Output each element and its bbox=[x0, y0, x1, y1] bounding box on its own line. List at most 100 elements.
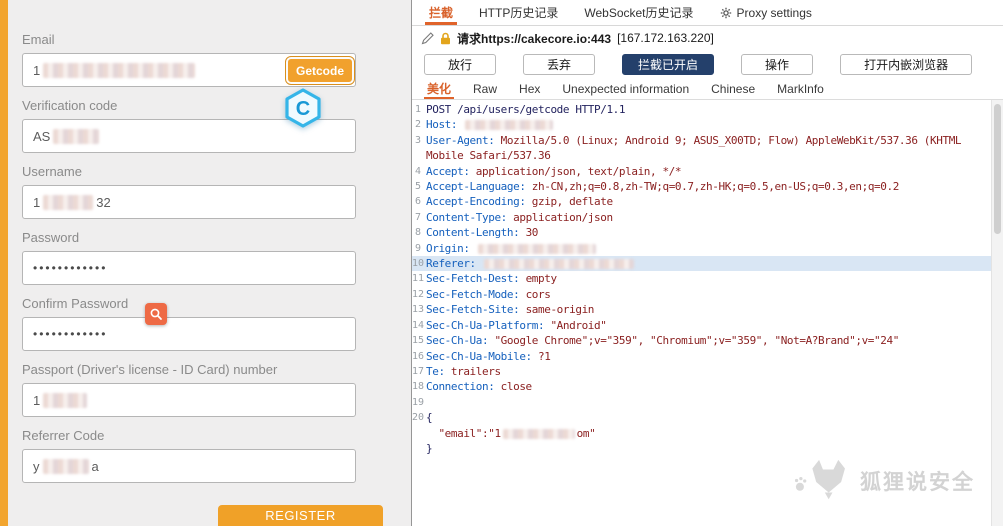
passport-number-input[interactable]: 1 bbox=[22, 383, 356, 417]
register-button[interactable]: REGISTER bbox=[218, 505, 383, 526]
token: "email":"1 bbox=[426, 426, 501, 440]
password-label: Password bbox=[22, 230, 80, 245]
token: gzip, deflate bbox=[531, 195, 613, 209]
http-line: Mobile Safari/537.36 bbox=[412, 148, 991, 163]
message-editor-wrap: 1 POST /api/users/getcode HTTP/1.1 2 Host: … bbox=[412, 100, 1003, 526]
token: empty bbox=[525, 272, 558, 286]
open-embedded-browser-button[interactable]: 打开内嵌浏览器 bbox=[840, 53, 973, 75]
line-number: 12 bbox=[412, 288, 425, 300]
line-number: 15 bbox=[412, 335, 425, 347]
token: Content-Length: bbox=[426, 226, 526, 240]
logo-letter: C bbox=[296, 98, 310, 120]
tab-intercept[interactable]: 拦截 bbox=[416, 0, 466, 25]
token: POST /api/users/getcode HTTP/1.1 bbox=[426, 103, 626, 116]
token: close bbox=[500, 380, 533, 394]
screenshot-magnifier-icon[interactable] bbox=[145, 303, 167, 325]
token: Sec-Fetch-Dest: bbox=[426, 272, 526, 286]
line-content: Mobile Safari/537.36 bbox=[426, 148, 551, 163]
edit-pencil-icon[interactable] bbox=[421, 31, 434, 45]
intercept-toggle-button[interactable]: 拦截已开启 bbox=[622, 53, 715, 75]
line-number: 2 bbox=[414, 119, 421, 131]
token: om" bbox=[576, 426, 596, 440]
http-line: 13 Sec-Fetch-Site: same-origin bbox=[412, 302, 991, 317]
proxy-top-tabs: 拦截 HTTP历史记录 WebSocket历史记录 Proxy settings bbox=[412, 0, 1003, 26]
token: Sec-Fetch-Site: bbox=[426, 303, 526, 317]
redacted-text bbox=[43, 194, 94, 210]
proxy-panel: 拦截 HTTP历史记录 WebSocket历史记录 Proxy settings 请求… bbox=[412, 0, 1003, 526]
getcode-button[interactable]: Getcode bbox=[284, 56, 356, 85]
field-value: a bbox=[91, 458, 99, 474]
view-tab-unexpected-information[interactable]: Unexpected information bbox=[551, 78, 700, 99]
forward-button[interactable]: 放行 bbox=[424, 53, 497, 75]
redacted-text bbox=[502, 428, 575, 439]
view-tab-hex[interactable]: Hex bbox=[508, 78, 551, 99]
view-tab-raw[interactable]: Raw bbox=[462, 78, 508, 99]
view-tab-chinese[interactable]: Chinese bbox=[700, 78, 766, 99]
http-line: 18 Connection: close bbox=[412, 379, 991, 394]
line-number: 4 bbox=[414, 165, 421, 177]
password-input[interactable]: •••••••••••• bbox=[22, 251, 356, 285]
cakecore-logo-icon: C bbox=[283, 88, 323, 128]
token: trailers bbox=[450, 364, 501, 378]
line-number bbox=[412, 426, 426, 441]
line-number: 9 bbox=[414, 242, 421, 254]
line-content: } bbox=[426, 441, 433, 456]
username-input[interactable]: 1 32 bbox=[22, 185, 356, 219]
tab-websocket-history[interactable]: WebSocket历史记录 bbox=[571, 0, 706, 25]
view-tab-pretty[interactable]: 美化 bbox=[416, 78, 462, 99]
field-value: y bbox=[33, 458, 40, 474]
redacted-text bbox=[42, 458, 89, 474]
line-content: Accept-Language: zh-CN,zh;q=0.8,zh-TW;q=… bbox=[426, 179, 899, 194]
drop-button[interactable]: 丢弃 bbox=[523, 53, 596, 75]
registration-panel: Email 1 Getcode Verification code AS Username… bbox=[0, 0, 412, 526]
screen: Email 1 Getcode Verification code AS Username… bbox=[0, 0, 1003, 526]
http-line: 9 Origin: bbox=[412, 241, 991, 256]
token: ?1 bbox=[538, 349, 551, 363]
referrer-code-input[interactable]: ya bbox=[22, 449, 356, 483]
token: application/json bbox=[513, 210, 613, 224]
http-line: 12 Sec-Fetch-Mode: cors bbox=[412, 287, 991, 302]
line-number: 20 bbox=[412, 412, 425, 424]
line-number: 18 bbox=[412, 381, 425, 393]
line-content: User-Agent: Mozilla/5.0 (Linux; Android … bbox=[426, 133, 962, 148]
line-number bbox=[412, 441, 426, 456]
token: } bbox=[426, 441, 433, 455]
http-line: 3 User-Agent: Mozilla/5.0 (Linux; Android… bbox=[412, 133, 991, 148]
http-line: 15 Sec-Ch-Ua: "Google Chrome";v="359", "C… bbox=[412, 333, 991, 348]
tab-proxy-settings[interactable]: Proxy settings bbox=[707, 0, 825, 25]
confirm-password-label: Confirm Password bbox=[22, 296, 129, 311]
email-field: Email 1 Getcode bbox=[22, 32, 356, 87]
line-number: 19 bbox=[412, 396, 425, 408]
token: Content-Type: bbox=[426, 210, 514, 224]
redacted-text bbox=[465, 120, 554, 131]
http-editor[interactable]: 1 POST /api/users/getcode HTTP/1.1 2 Host: … bbox=[412, 100, 991, 526]
field-value: AS bbox=[33, 128, 51, 144]
line-content: Sec-Ch-Ua-Mobile: ?1 bbox=[426, 349, 551, 364]
token: Sec-Ch-Ua-Platform: bbox=[426, 318, 551, 332]
token: Accept-Language: bbox=[426, 180, 532, 194]
http-line: 14 Sec-Ch-Ua-Platform: "Android" bbox=[412, 318, 991, 333]
line-number bbox=[412, 148, 426, 163]
line-content: Te: trailers bbox=[426, 364, 501, 379]
password-dots: •••••••••••• bbox=[33, 261, 108, 275]
line-number: 13 bbox=[412, 304, 425, 316]
magnifier-glyph-icon bbox=[150, 308, 162, 320]
line-content: Sec-Ch-Ua: "Google Chrome";v="359", "Chr… bbox=[426, 333, 899, 348]
line-number: 14 bbox=[412, 319, 425, 331]
email-input[interactable]: 1 Getcode bbox=[22, 53, 356, 87]
confirm-password-input[interactable]: •••••••••••• bbox=[22, 317, 356, 351]
scrollbar-thumb[interactable] bbox=[994, 104, 1001, 234]
http-line: 10 Referer: bbox=[412, 256, 991, 272]
token: Accept: bbox=[426, 164, 476, 178]
token: User-Agent: bbox=[426, 133, 501, 147]
line-content: Sec-Ch-Ua-Platform: "Android" bbox=[426, 318, 607, 333]
line-content: "email":"1 om" bbox=[426, 426, 595, 441]
tab-label: Proxy settings bbox=[736, 5, 812, 20]
passport-number-label: Passport (Driver's license - ID Card) nu… bbox=[22, 362, 278, 377]
action-button[interactable]: 操作 bbox=[741, 53, 814, 75]
tab-http-history[interactable]: HTTP历史记录 bbox=[466, 0, 571, 25]
editor-scrollbar[interactable] bbox=[991, 100, 1003, 526]
http-line: 7 Content-Type: application/json bbox=[412, 210, 991, 225]
view-tab-markinfo[interactable]: MarkInfo bbox=[766, 78, 835, 99]
token: cors bbox=[525, 287, 551, 301]
